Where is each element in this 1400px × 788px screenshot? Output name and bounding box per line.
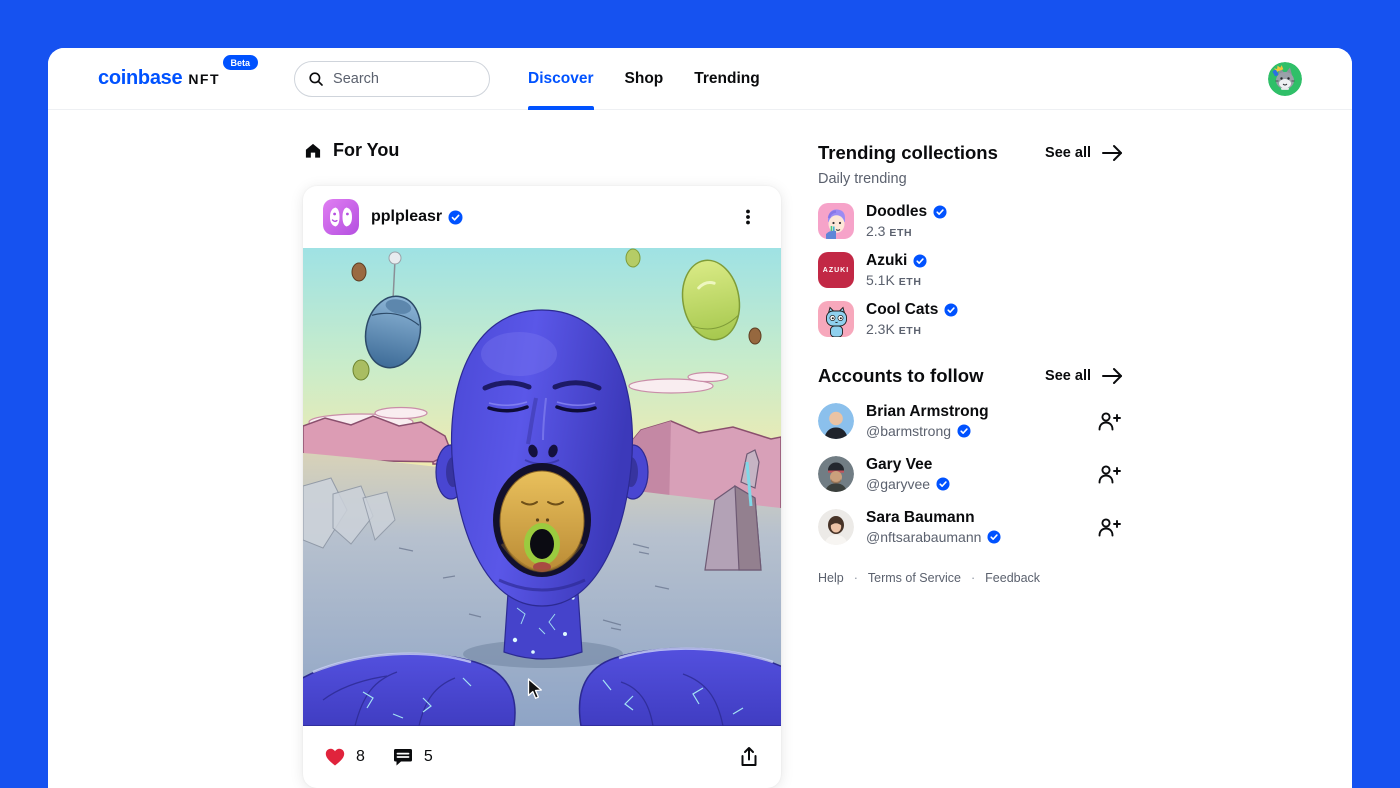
search-icon xyxy=(307,70,325,88)
collection-name: Azuki xyxy=(866,252,908,270)
account-name: Brian Armstrong xyxy=(866,403,989,421)
search-bar[interactable] xyxy=(294,60,491,97)
profile-avatar[interactable] xyxy=(1268,61,1302,96)
collection-row-azuki[interactable]: AZUKI Azuki 5.1K ETH xyxy=(818,252,1124,288)
collection-floor-unit: ETH xyxy=(898,276,922,289)
like-button[interactable]: 8 xyxy=(323,745,365,769)
tab-shop[interactable]: Shop xyxy=(625,48,664,110)
post-author-avatar[interactable] xyxy=(323,199,359,235)
follow-user-button[interactable] xyxy=(1094,513,1124,541)
heart-icon xyxy=(323,745,347,769)
accounts-title: Accounts to follow xyxy=(818,365,984,387)
share-button[interactable] xyxy=(737,745,761,769)
verified-badge-icon xyxy=(936,477,950,491)
comment-icon xyxy=(391,745,415,769)
collection-row-doodles[interactable]: Doodles 2.3 ETH xyxy=(818,203,1124,239)
follow-user-button[interactable] xyxy=(1094,460,1124,488)
feed-section-title: For You xyxy=(303,140,399,161)
page-content: For You pplpleasr 8 5 Trending collectio… xyxy=(48,110,1352,788)
post-author-name[interactable]: pplpleasr xyxy=(371,208,463,226)
home-icon xyxy=(303,141,323,161)
coinbase-nft-logo[interactable]: coinbase NFT Beta xyxy=(98,55,259,90)
search-input[interactable] xyxy=(333,70,464,87)
feedback-link[interactable]: Feedback xyxy=(985,571,1040,585)
tab-trending[interactable]: Trending xyxy=(694,48,759,110)
post-header: pplpleasr xyxy=(303,186,781,248)
account-name: Gary Vee xyxy=(866,456,933,474)
main-tabs: Discover Shop Trending xyxy=(528,48,760,110)
beta-badge: Beta xyxy=(222,55,259,70)
sidebar-footer: Help Terms of Service Feedback xyxy=(818,571,1124,585)
gary-vee-avatar xyxy=(818,456,854,493)
verified-badge-icon xyxy=(987,530,1001,544)
account-name: Sara Baumann xyxy=(866,509,975,527)
nft-artwork[interactable] xyxy=(303,248,781,726)
app-window: coinbase NFT Beta Discover Shop Trending xyxy=(48,48,1352,788)
collection-name: Doodles xyxy=(866,203,928,220)
accounts-list: Brian Armstrong @barmstrong Gary Vee @ga… xyxy=(818,403,1124,546)
like-count: 8 xyxy=(356,748,365,765)
logo-coinbase-text: coinbase xyxy=(98,67,183,89)
follow-user-button[interactable] xyxy=(1094,407,1124,435)
collection-floor-value: 2.3 xyxy=(866,223,886,240)
mouse-cursor xyxy=(527,678,543,705)
account-handle: @barmstrong xyxy=(866,423,952,440)
account-row-gary-vee[interactable]: Gary Vee @garyvee xyxy=(818,456,1124,493)
arrow-right-icon xyxy=(1100,143,1124,163)
collection-row-cool-cats[interactable]: Cool Cats 2.3K ETH xyxy=(818,301,1124,337)
collection-floor-unit: ETH xyxy=(898,325,922,338)
nft-artwork-image xyxy=(303,248,781,726)
tab-discover[interactable]: Discover xyxy=(528,48,595,110)
post-action-bar: 8 5 xyxy=(303,726,781,788)
logo-nft-text: NFT xyxy=(188,71,221,87)
accounts-see-all-button[interactable]: See all xyxy=(1045,366,1124,386)
top-navigation-bar: coinbase NFT Beta Discover Shop Trending xyxy=(48,48,1352,110)
brian-armstrong-avatar xyxy=(818,403,854,440)
terms-of-service-link[interactable]: Terms of Service xyxy=(868,571,961,585)
doodles-avatar xyxy=(818,203,854,240)
arrow-right-icon xyxy=(1100,366,1124,386)
accounts-to-follow-section: Accounts to follow See all Brian Armstro… xyxy=(818,365,1124,546)
verified-badge-icon xyxy=(944,303,958,317)
share-icon xyxy=(737,745,761,769)
feed-post-card: pplpleasr 8 5 xyxy=(303,186,781,788)
comment-button[interactable]: 5 xyxy=(391,745,433,769)
account-row-sara-baumann[interactable]: Sara Baumann @nftsarabaumann xyxy=(818,509,1124,546)
trending-collections-title: Trending collections xyxy=(818,142,998,163)
account-handle: @nftsarabaumann xyxy=(866,529,982,546)
cool-cats-avatar xyxy=(818,301,854,338)
verified-badge-icon xyxy=(448,210,463,225)
verified-badge-icon xyxy=(957,424,971,438)
trending-collections-list: Doodles 2.3 ETH AZUKI Azuki 5.1K ETH Coo… xyxy=(818,203,1124,337)
help-link[interactable]: Help xyxy=(818,571,844,585)
account-handle: @garyvee xyxy=(866,476,931,493)
feed-section-title-label: For You xyxy=(333,140,400,160)
post-menu-button[interactable] xyxy=(735,204,761,230)
comment-count: 5 xyxy=(423,748,433,765)
collection-floor-value: 5.1K xyxy=(866,272,895,289)
right-sidebar: Trending collections See all Daily trend… xyxy=(818,142,1124,585)
trending-subtitle: Daily trending xyxy=(818,171,907,187)
collection-name: Cool Cats xyxy=(866,301,939,319)
account-row-brian-armstrong[interactable]: Brian Armstrong @barmstrong xyxy=(818,403,1124,440)
azuki-avatar: AZUKI xyxy=(818,252,854,289)
sara-baumann-avatar xyxy=(818,509,854,546)
trending-see-all-button[interactable]: See all xyxy=(1045,143,1124,163)
collection-floor-unit: ETH xyxy=(889,227,913,240)
collection-floor-value: 2.3K xyxy=(866,321,895,338)
separator-dot xyxy=(854,571,858,585)
verified-badge-icon xyxy=(913,254,927,268)
trending-collections-section: Trending collections See all Daily trend… xyxy=(818,142,1124,337)
verified-badge-icon xyxy=(933,204,947,219)
separator-dot xyxy=(971,571,975,585)
